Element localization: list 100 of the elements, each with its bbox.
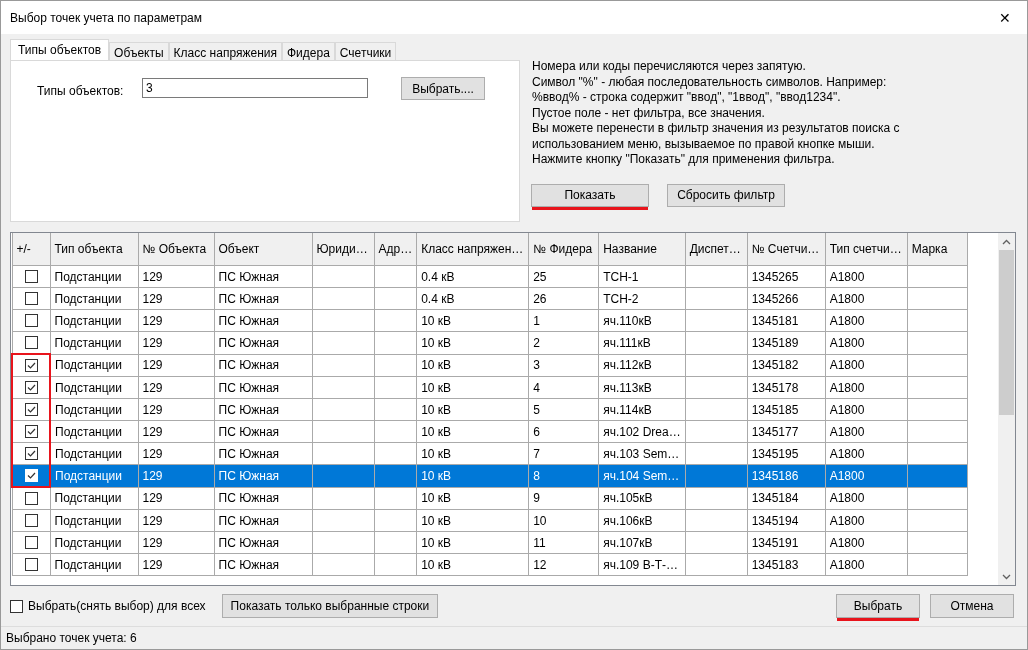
table-cell: 1345186 bbox=[751, 468, 799, 483]
input-field[interactable]: 3 bbox=[142, 78, 368, 98]
table-cell: 5 bbox=[533, 402, 540, 417]
table-cell: ПС Южная bbox=[218, 269, 280, 284]
table-cell: Подстанции bbox=[54, 335, 122, 350]
table-cell: 129 bbox=[142, 269, 163, 284]
table-cell: 1345182 bbox=[751, 358, 799, 373]
tab[interactable]: Счетчики bbox=[334, 42, 397, 60]
table-row[interactable]: Подстанции 129 ПС Южная 10 кВ 1 яч.110кВ 1345181 A1800 bbox=[12, 309, 968, 332]
table-cell: 10 кВ bbox=[421, 446, 452, 461]
checkbox[interactable] bbox=[24, 536, 38, 549]
column-header[interactable]: № Объекта bbox=[138, 233, 214, 266]
show-selected-button[interactable]: Показать только выбранные строки bbox=[221, 594, 439, 618]
checkbox[interactable] bbox=[24, 403, 38, 416]
column-header[interactable]: Объект bbox=[214, 233, 312, 266]
table-cell: 26 bbox=[533, 291, 547, 306]
table-cell: A1800 bbox=[829, 402, 865, 417]
table-cell: 0.4 кВ bbox=[421, 269, 455, 284]
table-cell: Подстанции bbox=[55, 424, 122, 439]
table-cell: 1345183 bbox=[751, 557, 799, 572]
table-row[interactable]: Подстанции 129 ПС Южная 10 кВ 4 яч.113кВ 1345178 A1800 bbox=[12, 376, 968, 399]
table-row[interactable]: Подстанции 129 ПС Южная 0.4 кВ 26 ТСН-2 1345266 A1800 bbox=[12, 287, 968, 310]
checkbox[interactable] bbox=[24, 359, 38, 372]
table-cell: A1800 bbox=[829, 513, 865, 528]
column-header[interactable]: № Фидера bbox=[528, 233, 599, 266]
checkbox[interactable] bbox=[24, 425, 38, 438]
table-cell: A1800 bbox=[829, 557, 865, 572]
table-row[interactable]: Подстанции 129 ПС Южная 10 кВ 11 яч.107кВ 1345191 A1800 bbox=[12, 531, 968, 554]
scrollbar-thumb[interactable] bbox=[999, 250, 1014, 415]
column-header[interactable]: Марка bbox=[907, 233, 968, 266]
checkbox[interactable] bbox=[24, 514, 38, 527]
tab[interactable]: Фидера bbox=[281, 42, 335, 60]
table-row[interactable]: Подстанции 129 ПС Южная 10 кВ 9 яч.105кВ 1345184 A1800 bbox=[12, 487, 968, 510]
table-cell: яч.102 Drea… bbox=[603, 424, 681, 439]
checkbox[interactable] bbox=[24, 314, 38, 327]
table-cell: 10 кВ bbox=[421, 535, 452, 550]
table-row[interactable]: Подстанции 129 ПС Южная 10 кВ 2 яч.111кВ 1345189 A1800 bbox=[12, 331, 968, 354]
reset-filter-button[interactable]: Сбросить фильтр bbox=[667, 183, 785, 207]
column-header[interactable]: Юриди… bbox=[312, 233, 374, 266]
scroll-up-icon[interactable] bbox=[1002, 238, 1011, 245]
checkbox[interactable] bbox=[24, 292, 38, 305]
checkbox[interactable] bbox=[24, 558, 38, 571]
column-header[interactable]: Диспет… bbox=[685, 233, 748, 266]
table-cell: A1800 bbox=[829, 535, 865, 550]
table-cell: Подстанции bbox=[54, 313, 122, 328]
scrollbar[interactable] bbox=[998, 233, 1015, 585]
tab[interactable]: Объекты bbox=[109, 42, 169, 60]
table-row[interactable]: Подстанции 129 ПС Южная 0.4 кВ 25 ТСН-1 1345265 A1800 bbox=[12, 265, 968, 288]
tab[interactable]: Класс напряжения bbox=[168, 42, 282, 60]
table-cell: яч.104 Sem… bbox=[603, 468, 680, 483]
column-header[interactable]: Тип счетчи… bbox=[825, 233, 908, 266]
table-cell: 10 кВ bbox=[421, 358, 452, 373]
table-cell: яч.105кВ bbox=[603, 491, 653, 506]
checkbox[interactable] bbox=[24, 270, 38, 283]
table-cell: 11 bbox=[533, 535, 546, 550]
checkbox[interactable] bbox=[24, 492, 38, 505]
column-header[interactable]: Тип объекта bbox=[50, 233, 138, 266]
help-text: использованием меню, вызываемое по правой кнопке мыши. bbox=[532, 136, 876, 152]
table-cell: 1345191 bbox=[751, 535, 799, 550]
table-cell: 129 bbox=[142, 358, 163, 373]
table-cell: 8 bbox=[533, 468, 540, 483]
checkbox-label[interactable]: Выбрать(снять выбор) для всех bbox=[28, 599, 206, 613]
table-cell: 1345184 bbox=[751, 491, 799, 506]
checkbox[interactable] bbox=[24, 336, 38, 349]
column-header[interactable]: Адр… bbox=[374, 233, 417, 266]
column-header[interactable]: Название bbox=[598, 233, 686, 266]
table-cell: 25 bbox=[533, 269, 547, 284]
table-cell: ПС Южная bbox=[218, 535, 280, 550]
tab[interactable]: Типы объектов bbox=[10, 39, 110, 60]
table-cell: 10 кВ bbox=[421, 557, 452, 572]
table-cell: 1345266 bbox=[751, 291, 799, 306]
selected-row[interactable]: Подстанции 129 ПС Южная 10 кВ 8 яч.104 Sem… 1345186 A1800 bbox=[12, 464, 968, 487]
table-cell: яч.103 Sem… bbox=[603, 446, 680, 461]
scroll-down-icon[interactable] bbox=[1002, 573, 1011, 580]
table-cell: ТСН-1 bbox=[603, 269, 639, 284]
table-cell: 129 bbox=[142, 513, 163, 528]
table-cell: 1345195 bbox=[751, 446, 799, 461]
column-header[interactable]: № Счетчи… bbox=[747, 233, 826, 266]
table-cell: A1800 bbox=[829, 335, 865, 350]
table-row[interactable]: Подстанции 129 ПС Южная 10 кВ 12 яч.109 В-Т-… 1345183 A1800 bbox=[12, 553, 968, 576]
choose-button[interactable]: Выбрать.... bbox=[401, 77, 485, 100]
cancel-button[interactable]: Отмена bbox=[930, 594, 1014, 618]
table-cell: A1800 bbox=[829, 446, 865, 461]
table-row[interactable]: Подстанции 129 ПС Южная 10 кВ 10 яч.106кВ 1345194 A1800 bbox=[12, 509, 968, 532]
column-header[interactable]: Класс напряжен… bbox=[416, 233, 529, 266]
table-row[interactable]: Подстанции 129 ПС Южная 10 кВ 3 яч.112кВ 1345182 A1800 bbox=[12, 354, 968, 377]
table-cell: 10 кВ bbox=[421, 468, 452, 483]
select-button[interactable]: Выбрать bbox=[836, 594, 920, 618]
table-row[interactable]: Подстанции 129 ПС Южная 10 кВ 6 яч.102 Drea… 1345177 A1800 bbox=[12, 420, 968, 443]
show-button[interactable]: Показать bbox=[531, 183, 649, 207]
table-cell: яч.113кВ bbox=[603, 380, 652, 395]
checkbox[interactable] bbox=[24, 381, 38, 394]
table-cell: 4 bbox=[533, 380, 540, 395]
checkbox[interactable] bbox=[10, 599, 23, 613]
close-button[interactable]: ✕ bbox=[993, 7, 1017, 28]
table-cell: Подстанции bbox=[54, 269, 122, 284]
table-row[interactable]: Подстанции 129 ПС Южная 10 кВ 5 яч.114кВ 1345185 A1800 bbox=[12, 398, 968, 421]
table-cell: 7 bbox=[533, 446, 540, 461]
column-header[interactable]: +/- bbox=[12, 233, 50, 266]
checkbox[interactable] bbox=[24, 447, 38, 460]
